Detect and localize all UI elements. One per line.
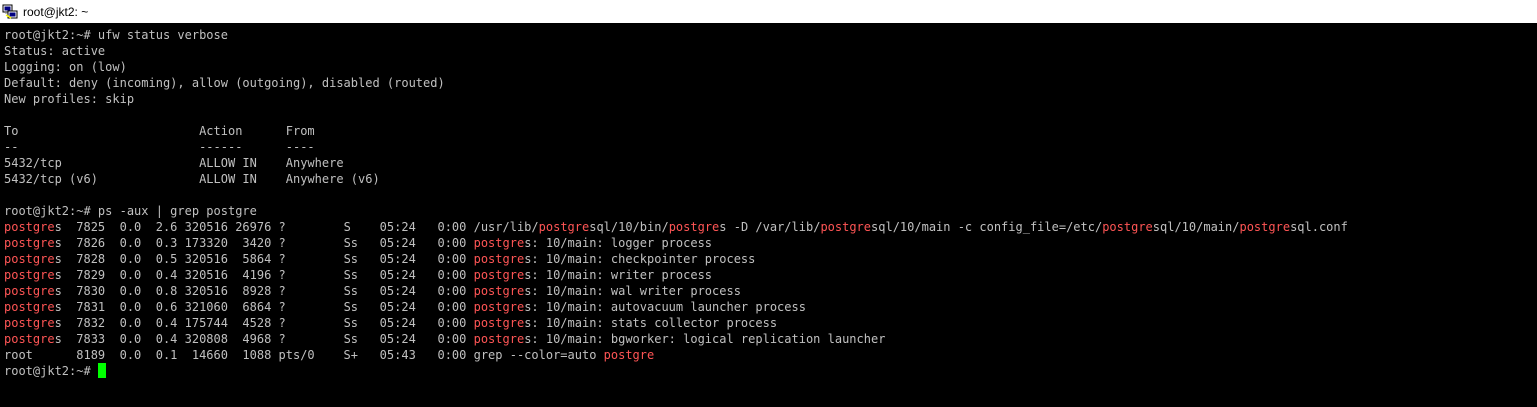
terminal-line: New profiles: skip — [4, 91, 1537, 107]
grep-match: postgre — [603, 348, 655, 362]
terminal-line: postgres 7825 0.0 2.6 320516 26976 ? S 0… — [4, 219, 1537, 235]
grep-match: postgre — [473, 236, 525, 250]
grep-match: postgre — [1102, 220, 1153, 234]
terminal-text: s: 10/main: writer process — [524, 268, 713, 282]
grep-match: postgre — [4, 236, 55, 250]
terminal-text: s 7833 0.0 0.4 320808 4968 ? Ss 05:24 0:… — [54, 332, 474, 346]
grep-match: postgre — [473, 332, 525, 346]
terminal-text: s: 10/main: bgworker: logical replicatio… — [524, 332, 886, 346]
grep-match: postgre — [4, 300, 55, 314]
terminal-text: s -D /var/lib/ — [719, 220, 821, 234]
terminal-text: s: 10/main: stats collector process — [524, 316, 778, 330]
terminal-text: root@jkt2:~# ps -aux | grep postgre — [4, 204, 257, 218]
terminal-text: s 7826 0.0 0.3 173320 3420 ? Ss 05:24 0:… — [54, 236, 474, 250]
terminal-text: 5432/tcp (v6) ALLOW IN Anywhere (v6) — [4, 172, 380, 186]
terminal-line: 5432/tcp ALLOW IN Anywhere — [4, 155, 1537, 171]
terminal-text: Default: deny (incoming), allow (outgoin… — [4, 76, 445, 90]
grep-match: postgre — [820, 220, 872, 234]
terminal-text: s 7831 0.0 0.6 321060 6864 ? Ss 05:24 0:… — [54, 300, 474, 314]
terminal-text: sql/10/bin/ — [589, 220, 669, 234]
terminal-text: New profiles: skip — [4, 92, 135, 106]
title-bar[interactable]: root@jkt2: ~ — [0, 0, 1537, 23]
terminal-text: s 7832 0.0 0.4 175744 4528 ? Ss 05:24 0:… — [54, 316, 474, 330]
terminal-text: Status: active — [4, 44, 106, 58]
grep-match: postgre — [4, 284, 55, 298]
terminal-text: -- ------ ---- — [4, 140, 315, 154]
terminal-line: postgres 7830 0.0 0.8 320516 8928 ? Ss 0… — [4, 283, 1537, 299]
terminal-text: s 7825 0.0 2.6 320516 26976 ? S 05:24 0:… — [54, 220, 539, 234]
terminal-text: s: 10/main: checkpointer process — [524, 252, 756, 266]
grep-match: postgre — [538, 220, 590, 234]
grep-match: postgre — [4, 252, 55, 266]
terminal-line: root@jkt2:~# ufw status verbose — [4, 27, 1537, 43]
grep-match: postgre — [473, 268, 525, 282]
grep-match: postgre — [4, 316, 55, 330]
terminal-text: root 8189 0.0 0.1 14660 1088 pts/0 S+ 05… — [4, 348, 604, 362]
terminal-line: 5432/tcp (v6) ALLOW IN Anywhere (v6) — [4, 171, 1537, 187]
text-cursor — [97, 363, 106, 378]
terminal-line: postgres 7828 0.0 0.5 320516 5864 ? Ss 0… — [4, 251, 1537, 267]
terminal-text: s: 10/main: wal writer process — [524, 284, 741, 298]
terminal-line: postgres 7829 0.0 0.4 320516 4196 ? Ss 0… — [4, 267, 1537, 283]
grep-match: postgre — [473, 252, 525, 266]
terminal-text: Logging: on (low) — [4, 60, 127, 74]
terminal-text: sql.conf — [1290, 220, 1348, 234]
terminal-text: 5432/tcp ALLOW IN Anywhere — [4, 156, 344, 170]
terminal-line: postgres 7831 0.0 0.6 321060 6864 ? Ss 0… — [4, 299, 1537, 315]
terminal-line: root@jkt2:~# — [4, 363, 1537, 379]
terminal-text: root@jkt2:~# ufw status verbose — [4, 28, 228, 42]
terminal-text: s 7829 0.0 0.4 320516 4196 ? Ss 05:24 0:… — [54, 268, 474, 282]
terminal-line: postgres 7826 0.0 0.3 173320 3420 ? Ss 0… — [4, 235, 1537, 251]
terminal-text: sql/10/main/ — [1152, 220, 1240, 234]
terminal-text: s 7830 0.0 0.8 320516 8928 ? Ss 05:24 0:… — [54, 284, 474, 298]
grep-match: postgre — [668, 220, 720, 234]
terminal-window: root@jkt2: ~ root@jkt2:~# ufw status ver… — [0, 0, 1537, 407]
terminal-text: To Action From — [4, 124, 315, 138]
terminal-text: sql/10/main -c config_file=/etc/ — [871, 220, 1103, 234]
terminal-text: s 7828 0.0 0.5 320516 5864 ? Ss 05:24 0:… — [54, 252, 474, 266]
terminal-line: -- ------ ---- — [4, 139, 1537, 155]
grep-match: postgre — [473, 316, 525, 330]
terminal-text: s: 10/main: autovacuum launcher process — [524, 300, 806, 314]
terminal-line: Logging: on (low) — [4, 59, 1537, 75]
terminal-line: postgres 7833 0.0 0.4 320808 4968 ? Ss 0… — [4, 331, 1537, 347]
grep-match: postgre — [4, 332, 55, 346]
terminal-line: Status: active — [4, 43, 1537, 59]
putty-icon[interactable] — [2, 4, 18, 20]
terminal-text: s: 10/main: logger process — [524, 236, 713, 250]
grep-match: postgre — [1239, 220, 1291, 234]
terminal-text: root@jkt2:~# — [4, 364, 98, 378]
terminal-line: To Action From — [4, 123, 1537, 139]
grep-match: postgre — [4, 268, 55, 282]
grep-match: postgre — [473, 300, 525, 314]
terminal-line: Default: deny (incoming), allow (outgoin… — [4, 75, 1537, 91]
terminal-line: root 8189 0.0 0.1 14660 1088 pts/0 S+ 05… — [4, 347, 1537, 363]
grep-match: postgre — [473, 284, 525, 298]
grep-match: postgre — [4, 220, 55, 234]
terminal-line: root@jkt2:~# ps -aux | grep postgre — [4, 203, 1537, 219]
window-title: root@jkt2: ~ — [23, 4, 89, 19]
terminal-line: postgres 7832 0.0 0.4 175744 4528 ? Ss 0… — [4, 315, 1537, 331]
terminal-output[interactable]: root@jkt2:~# ufw status verbose Status: a… — [0, 23, 1537, 407]
